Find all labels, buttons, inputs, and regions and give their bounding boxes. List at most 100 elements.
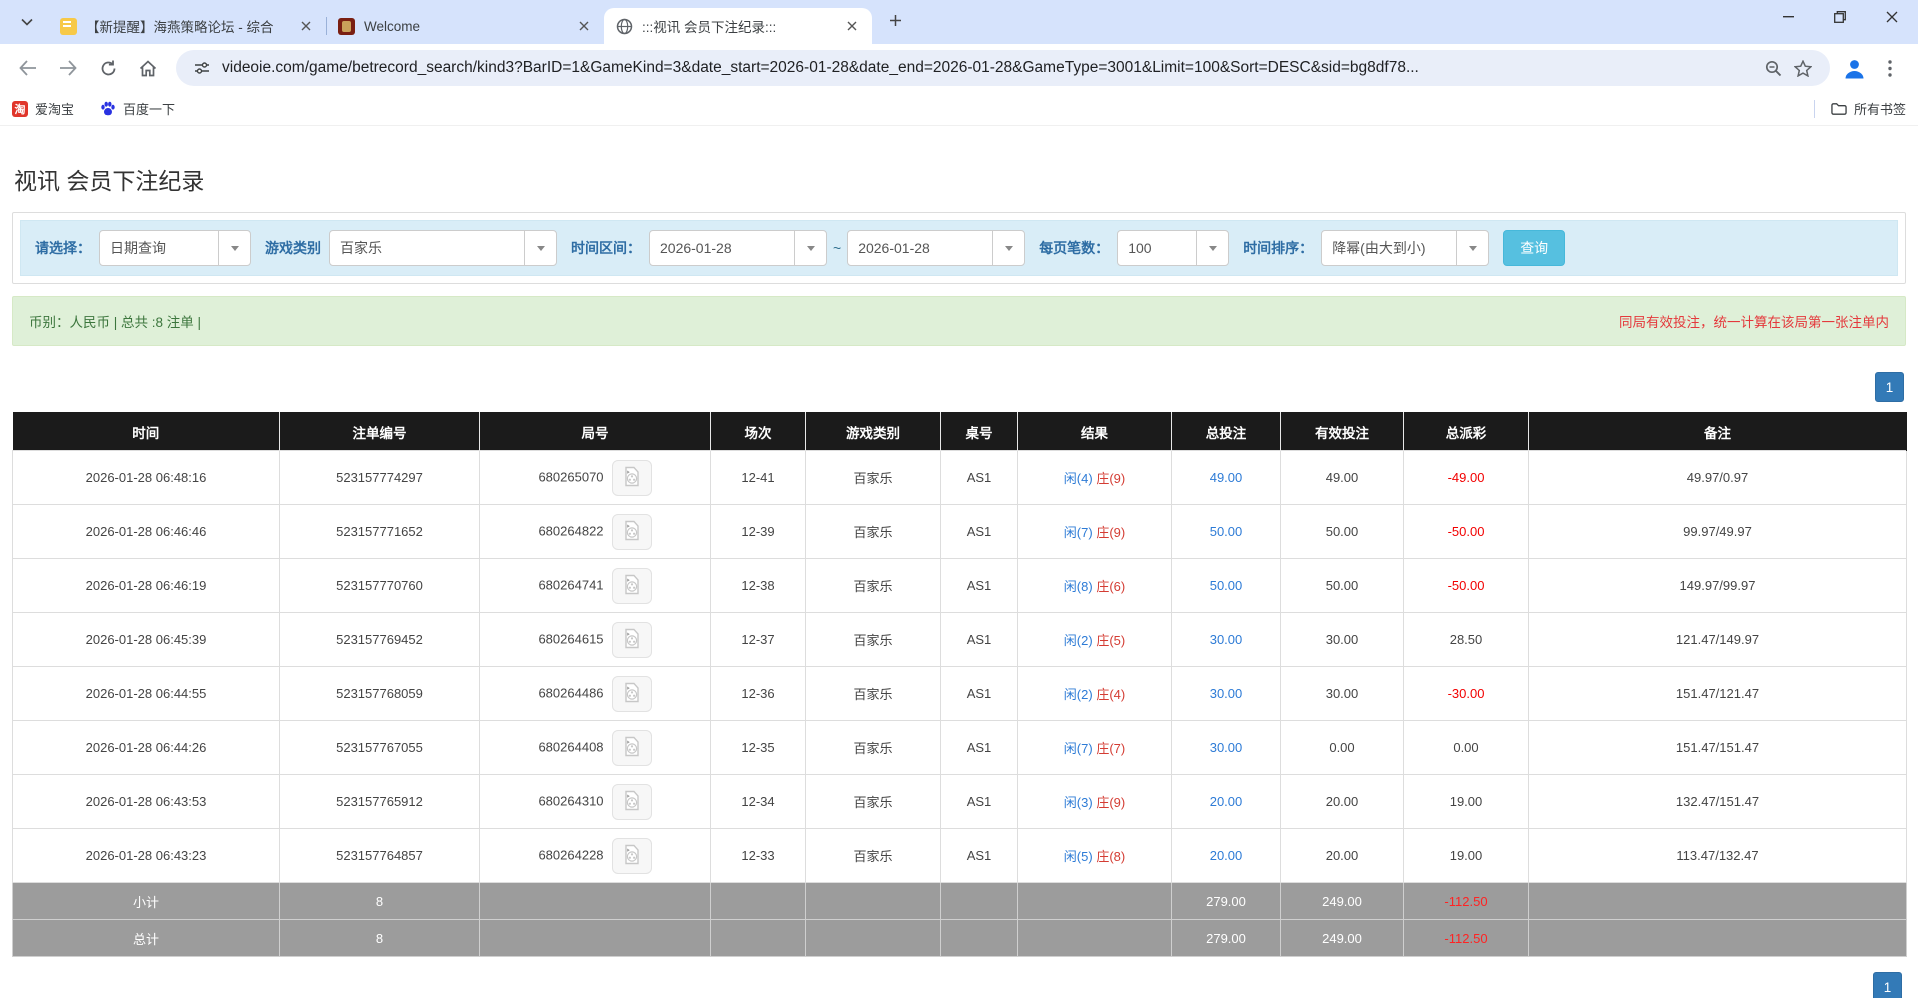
per-page-select[interactable]: 100 — [1117, 230, 1230, 266]
cell-payout: -50.00 — [1403, 558, 1529, 613]
address-bar[interactable]: videoie.com/game/betrecord_search/kind3?… — [176, 50, 1830, 86]
result-player: 闲(2) — [1063, 633, 1093, 648]
round-number: 680265070 — [538, 468, 604, 484]
cell-summary-count: 8 — [279, 882, 480, 920]
bookmark-star-icon[interactable] — [1788, 53, 1818, 83]
page-title: 视讯 会员下注纪录 — [14, 168, 205, 194]
cell-session: 12-37 — [710, 612, 806, 667]
all-bookmarks-button[interactable]: 所有书签 — [1831, 99, 1906, 118]
date-range-label: 时间区间： — [571, 240, 641, 256]
tab-welcome[interactable]: Welcome — [326, 8, 604, 44]
game-type-value: 百家乐 — [340, 240, 382, 256]
page-1-button[interactable]: 1 — [1875, 372, 1904, 402]
minimize-button[interactable] — [1762, 0, 1814, 34]
video-replay-button[interactable] — [611, 783, 652, 820]
video-file-icon — [623, 682, 641, 706]
cell-empty — [1017, 919, 1172, 957]
cell-session: 12-33 — [710, 828, 806, 883]
date-separator: ~ — [833, 240, 842, 256]
cell-time: 2026-01-28 06:44:55 — [12, 666, 280, 721]
date-end-select[interactable]: 2026-01-28 — [847, 230, 1026, 266]
cell-empty — [805, 919, 941, 957]
video-replay-button[interactable] — [611, 459, 652, 496]
query-type-select[interactable]: 日期查询 — [99, 230, 251, 266]
folder-icon — [1831, 101, 1847, 117]
tab-bet-record[interactable]: :::视讯 会员下注纪录::: — [604, 8, 872, 44]
cell-remark: 132.47/151.47 — [1528, 774, 1907, 829]
result-banker: 庄(9) — [1096, 525, 1126, 540]
round-number: 680264228 — [538, 846, 604, 862]
cell-summary-total-bet: 279.00 — [1171, 919, 1281, 957]
restore-button[interactable] — [1814, 0, 1866, 34]
table-row: 2026-01-28 06:45:39 523157769452 680264615… — [12, 612, 1907, 667]
reload-button[interactable] — [90, 50, 126, 86]
cell-payout: 19.00 — [1403, 828, 1529, 883]
cell-bet-id: 523157774297 — [279, 450, 480, 505]
cell-summary-payout: -112.50 — [1403, 882, 1529, 920]
cell-remark: 113.47/132.47 — [1528, 828, 1907, 883]
table-row: 2026-01-28 06:43:53 523157765912 680264310… — [12, 774, 1907, 829]
site-info-icon[interactable] — [188, 54, 216, 82]
cell-session: 12-41 — [710, 450, 806, 505]
page-content: 视讯 会员下注纪录 请选择： 日期查询 游戏类别 百家乐 时间区间： 2026-… — [0, 126, 1918, 998]
cell-summary-payout: -112.50 — [1403, 919, 1529, 957]
table-row: 2026-01-28 06:43:23 523157764857 680264228… — [12, 828, 1907, 883]
forward-button[interactable] — [50, 50, 86, 86]
video-file-icon — [623, 844, 641, 868]
close-window-button[interactable] — [1866, 0, 1918, 34]
cell-time: 2026-01-28 06:45:39 — [12, 612, 280, 667]
close-tab-icon[interactable] — [574, 16, 594, 36]
date-start-select[interactable]: 2026-01-28 — [649, 230, 827, 266]
profile-avatar[interactable] — [1836, 50, 1872, 86]
video-file-icon — [623, 628, 641, 652]
bookmark-taobao[interactable]: 淘 爱淘宝 — [12, 99, 74, 118]
video-replay-button[interactable] — [611, 621, 652, 658]
chevron-down-icon — [992, 231, 1024, 265]
baidu-paw-icon — [100, 101, 116, 117]
bookmark-baidu[interactable]: 百度一下 — [100, 99, 175, 118]
cell-total-bet: 50.00 — [1171, 558, 1281, 613]
game-type-select[interactable]: 百家乐 — [329, 230, 557, 266]
bookmark-label: 百度一下 — [123, 102, 176, 117]
sort-select[interactable]: 降幂(由大到小) — [1321, 230, 1490, 266]
video-replay-button[interactable] — [611, 513, 652, 550]
video-replay-button[interactable] — [611, 675, 652, 712]
cell-empty — [710, 882, 806, 920]
cell-round: 680264228 — [479, 828, 711, 883]
cell-empty — [805, 882, 941, 920]
close-tab-icon[interactable] — [296, 16, 316, 36]
cell-bet-id: 523157767055 — [279, 720, 480, 775]
cell-result: 闲(7) 庄(9) — [1017, 504, 1172, 559]
cell-empty — [940, 882, 1018, 920]
globe-icon — [616, 18, 633, 35]
video-file-icon — [623, 466, 641, 490]
browser-menu-button[interactable] — [1872, 50, 1908, 86]
video-replay-button[interactable] — [611, 729, 652, 766]
per-page-label: 每页笔数： — [1039, 240, 1110, 256]
cell-empty — [940, 919, 1018, 957]
close-tab-icon[interactable] — [842, 16, 862, 36]
video-replay-button[interactable] — [611, 837, 652, 874]
url-text[interactable]: videoie.com/game/betrecord_search/kind3?… — [222, 59, 1758, 77]
search-button[interactable]: 查询 — [1503, 230, 1566, 266]
page-1-button[interactable]: 1 — [1873, 972, 1902, 998]
table-footer: 小计 8 279.00 249.00 -112.50 总计 8 279.00 249.00 -11… — [12, 882, 1907, 957]
video-replay-button[interactable] — [611, 567, 652, 604]
cell-session: 12-34 — [710, 774, 806, 829]
tab-search-button[interactable] — [10, 6, 44, 38]
home-button[interactable] — [130, 50, 166, 86]
result-player: 闲(7) — [1063, 741, 1093, 756]
cell-payout: -50.00 — [1403, 504, 1529, 559]
cell-remark: 151.47/151.47 — [1528, 720, 1907, 775]
tab-title: :::视讯 会员下注纪录::: — [642, 20, 777, 35]
tab-forum[interactable]: 【新提醒】海燕策略论坛 - 综合 — [48, 8, 326, 44]
cell-session: 12-36 — [710, 666, 806, 721]
zoom-icon[interactable] — [1758, 53, 1788, 83]
result-banker: 庄(4) — [1096, 687, 1126, 702]
result-player: 闲(7) — [1063, 525, 1093, 540]
new-tab-button[interactable] — [880, 8, 910, 38]
cell-total-bet: 50.00 — [1171, 504, 1281, 559]
back-button[interactable] — [10, 50, 46, 86]
tab-title: Welcome — [364, 18, 421, 34]
cell-valid-bet: 50.00 — [1280, 504, 1404, 559]
